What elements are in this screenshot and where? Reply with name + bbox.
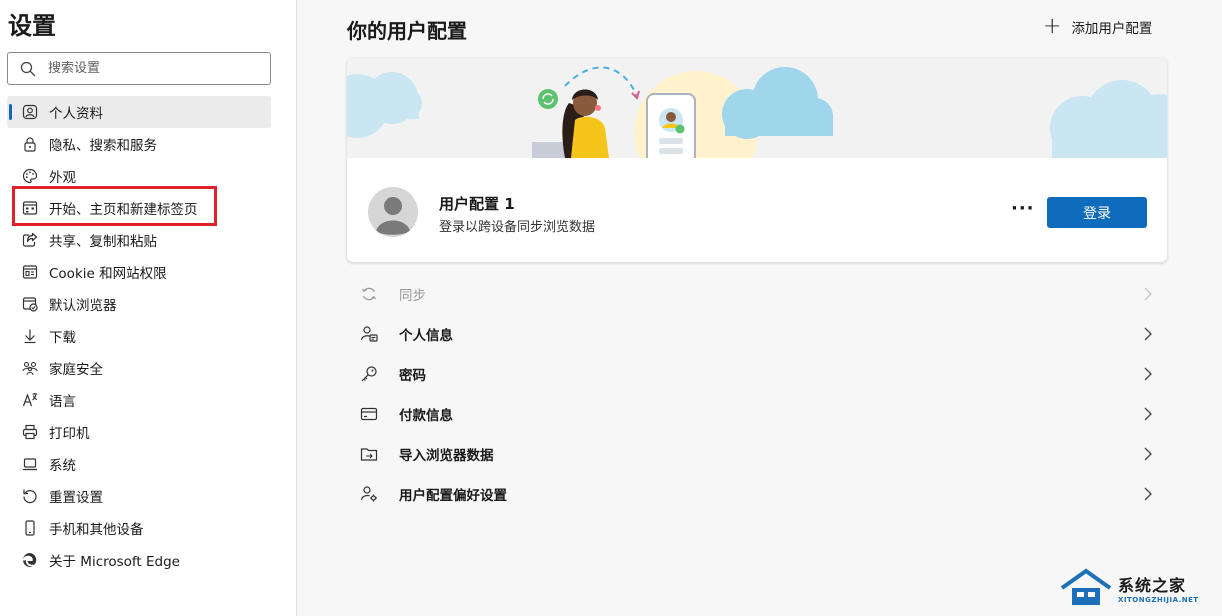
list-item-sync[interactable]: 同步 — [347, 274, 1167, 314]
list-item-label: 个人信息 — [399, 328, 453, 344]
sidebar-item-phone-devices[interactable]: 手机和其他设备 — [7, 512, 271, 544]
watermark-url: XITONGZHIJIA.NET — [1118, 596, 1199, 604]
chevron-right-icon — [1144, 367, 1152, 381]
sidebar-item-label: 手机和其他设备 — [49, 522, 144, 538]
sidebar-item-languages[interactable]: 语言 — [7, 384, 271, 416]
start-page-icon — [21, 199, 39, 217]
list-item-passwords[interactable]: 密码 — [347, 354, 1167, 394]
family-icon — [21, 359, 39, 377]
search-icon — [20, 61, 36, 76]
download-icon — [21, 327, 39, 345]
plus-icon: + — [1043, 14, 1062, 39]
sidebar-item-label: 重置设置 — [49, 490, 103, 506]
profile-settings-icon — [359, 484, 379, 504]
sidebar-item-system[interactable]: 系统 — [7, 448, 271, 480]
sidebar-item-label: Cookie 和网站权限 — [49, 266, 167, 282]
chevron-right-icon — [1144, 487, 1152, 501]
reset-icon — [21, 487, 39, 505]
chevron-right-icon — [1144, 407, 1152, 421]
chevron-right-icon — [1144, 327, 1152, 341]
list-item-label: 同步 — [399, 288, 426, 304]
profile-icon — [21, 103, 39, 121]
card-icon — [359, 404, 379, 424]
sidebar-item-about-edge[interactable]: 关于 Microsoft Edge — [7, 544, 271, 576]
list-item-label: 导入浏览器数据 — [399, 448, 494, 464]
list-item-label: 用户配置偏好设置 — [399, 488, 507, 504]
sidebar: 设置 个人资料 隐私、搜索和服务 外观 开始、主页和新建标签页 共享、复制和粘贴… — [0, 0, 297, 616]
profile-settings-list: 同步 个人信息 密码 付款信息 导入浏览器数据 用户配置偏好设置 — [347, 274, 1167, 514]
sidebar-item-reset-settings[interactable]: 重置设置 — [7, 480, 271, 512]
site-watermark: 系统之家 XITONGZHIJIA.NET — [1060, 566, 1220, 610]
sidebar-item-appearance[interactable]: 外观 — [7, 160, 271, 192]
sidebar-item-label: 下载 — [49, 330, 76, 346]
sidebar-item-cookies-permissions[interactable]: Cookie 和网站权限 — [7, 256, 271, 288]
chevron-right-icon — [1144, 287, 1152, 301]
laptop-icon — [21, 455, 39, 473]
sidebar-nav: 个人资料 隐私、搜索和服务 外观 开始、主页和新建标签页 共享、复制和粘贴 Co… — [7, 96, 271, 576]
profile-banner-illustration — [347, 58, 1167, 195]
palette-icon — [21, 167, 39, 185]
sidebar-item-start-home-newtab[interactable]: 开始、主页和新建标签页 — [7, 192, 271, 224]
sidebar-item-printers[interactable]: 打印机 — [7, 416, 271, 448]
sidebar-item-label: 语言 — [49, 394, 76, 410]
more-options-button[interactable]: ··· — [1011, 198, 1035, 219]
sidebar-title: 设置 — [8, 12, 56, 40]
list-item-personal-info[interactable]: 个人信息 — [347, 314, 1167, 354]
house-logo-icon — [1060, 568, 1112, 605]
list-item-label: 密码 — [399, 368, 426, 384]
language-icon — [21, 391, 39, 409]
page-title: 你的用户配置 — [347, 19, 467, 43]
lock-icon — [21, 135, 39, 153]
profile-subtitle: 登录以跨设备同步浏览数据 — [439, 220, 596, 235]
default-browser-icon — [21, 295, 39, 313]
import-icon — [359, 444, 379, 464]
list-item-import-browser-data[interactable]: 导入浏览器数据 — [347, 434, 1167, 474]
watermark-title: 系统之家 — [1118, 576, 1187, 595]
add-profile-button[interactable]: + 添加用户配置 — [1043, 16, 1152, 38]
sidebar-item-label: 开始、主页和新建标签页 — [49, 202, 198, 218]
profile-card: 用户配置 1 登录以跨设备同步浏览数据 ··· 登录 — [347, 58, 1167, 262]
person-card-icon — [359, 324, 379, 344]
phone-icon — [21, 519, 39, 537]
sidebar-item-default-browser[interactable]: 默认浏览器 — [7, 288, 271, 320]
printer-icon — [21, 423, 39, 441]
search-input[interactable] — [48, 61, 248, 76]
sync-icon — [359, 284, 379, 304]
sidebar-item-downloads[interactable]: 下载 — [7, 320, 271, 352]
sidebar-item-label: 共享、复制和粘贴 — [49, 234, 157, 250]
sidebar-item-label: 关于 Microsoft Edge — [49, 554, 180, 570]
sidebar-item-label: 家庭安全 — [49, 362, 103, 378]
sidebar-item-label: 系统 — [49, 458, 76, 474]
sidebar-item-privacy[interactable]: 隐私、搜索和服务 — [7, 128, 271, 160]
search-box[interactable] — [7, 52, 271, 85]
sidebar-item-label: 隐私、搜索和服务 — [49, 138, 157, 154]
avatar — [368, 187, 418, 237]
share-icon — [21, 231, 39, 249]
main-content: 你的用户配置 + 添加用户配置 用户配置 1 登录以跨设备同步浏览数据 ··· … — [297, 0, 1222, 616]
list-item-payment-info[interactable]: 付款信息 — [347, 394, 1167, 434]
site-permissions-icon — [21, 263, 39, 281]
sidebar-item-label: 打印机 — [49, 426, 90, 442]
profile-name: 用户配置 1 — [439, 195, 515, 213]
sidebar-item-profile[interactable]: 个人资料 — [7, 96, 271, 128]
edge-logo-icon — [21, 551, 39, 569]
sidebar-item-label: 默认浏览器 — [49, 298, 117, 314]
sidebar-item-label: 外观 — [49, 170, 76, 186]
list-item-profile-preferences[interactable]: 用户配置偏好设置 — [347, 474, 1167, 514]
sidebar-item-label: 个人资料 — [49, 106, 103, 122]
sign-in-button[interactable]: 登录 — [1047, 197, 1147, 228]
chevron-right-icon — [1144, 447, 1152, 461]
sidebar-item-share-copy-paste[interactable]: 共享、复制和粘贴 — [7, 224, 271, 256]
sidebar-item-family-safety[interactable]: 家庭安全 — [7, 352, 271, 384]
key-icon — [359, 364, 379, 384]
list-item-label: 付款信息 — [399, 408, 453, 424]
add-profile-label: 添加用户配置 — [1071, 21, 1153, 37]
